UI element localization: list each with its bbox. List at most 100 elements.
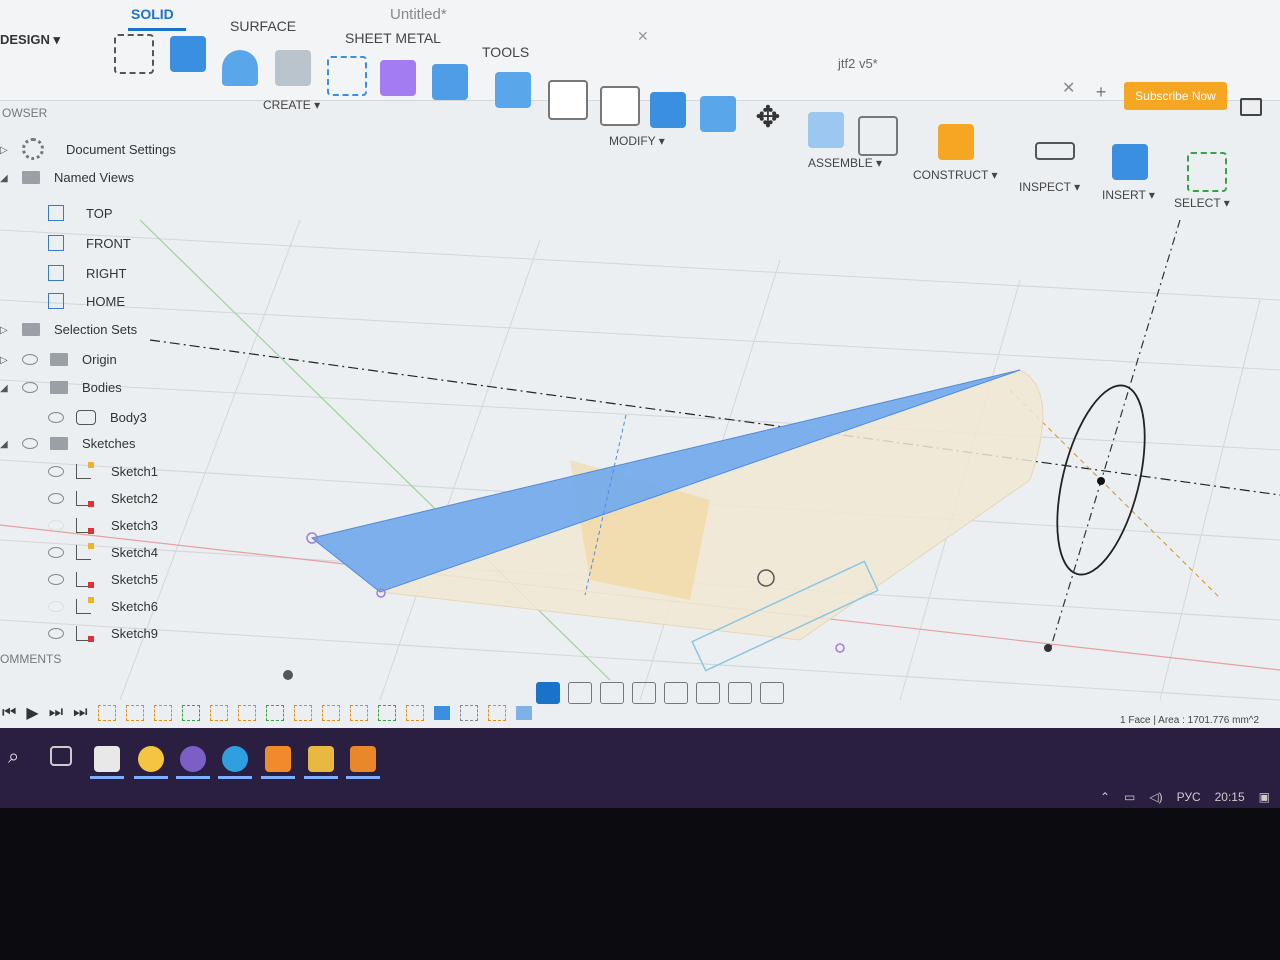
sketch-icon — [76, 490, 94, 507]
add-comment-button[interactable] — [283, 670, 293, 680]
browser-node-origin[interactable]: ▷ Origin — [0, 348, 117, 370]
sketch-icon — [76, 625, 94, 642]
visibility-eye-icon[interactable] — [48, 411, 64, 423]
timeline-sketch-icon[interactable] — [153, 705, 172, 721]
zoom-icon[interactable] — [632, 682, 656, 704]
gear-icon — [22, 138, 44, 160]
display-settings-icon[interactable] — [696, 682, 720, 704]
timeline-sketch-icon[interactable] — [321, 705, 340, 721]
sketch-item[interactable]: Sketch1 — [48, 460, 158, 482]
viewports-icon[interactable] — [760, 682, 784, 704]
app-icon[interactable] — [350, 746, 376, 772]
app-window: DESIGN ▾ SOLID SURFACE SHEET METAL TOOLS… — [0, 0, 1280, 790]
expand-arrow-icon[interactable]: ▷ — [0, 355, 8, 366]
sketch-item[interactable]: Sketch9 — [48, 622, 158, 644]
browser-node-bodies[interactable]: ◢ Bodies — [0, 376, 122, 398]
browser-node-document-settings[interactable]: ▷ Document Settings — [0, 138, 176, 160]
sketch-icon — [76, 571, 94, 588]
timeline-sketch-icon[interactable] — [97, 705, 116, 721]
timeline-sketch-icon[interactable] — [405, 705, 424, 721]
comments-panel-header[interactable]: OMMENTS — [0, 652, 61, 666]
step-back-icon[interactable]: ⏮ — [2, 704, 16, 722]
timeline-sketch-icon[interactable] — [349, 705, 368, 721]
sketch-label: Sketch1 — [111, 463, 158, 479]
timeline-plane-icon[interactable] — [265, 705, 284, 721]
view-front[interactable]: FRONT — [48, 232, 131, 254]
browser-node-named-views[interactable]: ◢ Named Views — [0, 166, 134, 188]
grid-settings-icon[interactable] — [728, 682, 752, 704]
visibility-eye-icon[interactable] — [48, 546, 64, 558]
timeline-sketch-icon[interactable] — [237, 705, 256, 721]
look-at-icon[interactable] — [568, 682, 592, 704]
timeline-marker-icon[interactable] — [515, 706, 532, 720]
visibility-eye-icon[interactable] — [48, 627, 64, 639]
browser-node-label: Body3 — [110, 409, 147, 425]
timeline-joint-icon[interactable] — [459, 705, 478, 721]
search-icon[interactable]: ⌕ — [8, 746, 34, 772]
volume-icon[interactable]: ◁) — [1149, 790, 1162, 804]
browser-node-body3[interactable]: Body3 — [48, 406, 147, 428]
clock[interactable]: 20:15 — [1215, 790, 1245, 804]
language-indicator[interactable]: РУС — [1177, 790, 1201, 804]
running-indicator — [218, 776, 252, 779]
visibility-eye-icon[interactable] — [48, 519, 64, 531]
calculator-icon[interactable] — [94, 746, 120, 772]
visibility-eye-icon[interactable] — [22, 437, 38, 449]
view-label: RIGHT — [86, 265, 127, 281]
play-icon[interactable]: ▶ — [26, 703, 38, 723]
visibility-eye-icon[interactable] — [48, 465, 64, 477]
visibility-eye-icon[interactable] — [48, 492, 64, 504]
telegram-icon[interactable] — [222, 746, 248, 772]
chevron-up-icon[interactable]: ⌃ — [1100, 790, 1110, 804]
pan-icon[interactable] — [600, 682, 624, 704]
collapse-arrow-icon[interactable]: ◢ — [0, 383, 8, 394]
sketch-label: Sketch4 — [111, 544, 158, 560]
view-right[interactable]: RIGHT — [48, 262, 126, 284]
running-indicator — [346, 776, 380, 779]
folder-icon — [50, 352, 68, 366]
expand-arrow-icon[interactable]: ▷ — [0, 325, 8, 336]
visibility-eye-icon[interactable] — [48, 600, 64, 612]
viber-icon[interactable] — [180, 746, 206, 772]
timeline-sketch-icon[interactable] — [487, 705, 506, 721]
timeline-plane-icon[interactable] — [377, 705, 396, 721]
timeline-sketch-icon[interactable] — [293, 705, 312, 721]
view-home[interactable]: HOME — [48, 290, 125, 312]
timeline-sketch-icon[interactable] — [125, 705, 144, 721]
visibility-eye-icon[interactable] — [48, 573, 64, 585]
notification-icon[interactable]: ▣ — [1259, 790, 1270, 804]
fusion-360-icon[interactable] — [265, 746, 291, 772]
browser-node-selection-sets[interactable]: ▷ Selection Sets — [0, 318, 137, 340]
sketch-item[interactable]: Sketch4 — [48, 541, 158, 563]
zoom-window-icon[interactable] — [664, 682, 688, 704]
chrome-icon[interactable] — [138, 746, 164, 772]
collapse-arrow-icon[interactable]: ◢ — [0, 173, 8, 184]
view-label: FRONT — [86, 235, 131, 251]
visibility-eye-icon[interactable] — [22, 381, 38, 393]
expand-arrow-icon[interactable]: ▷ — [0, 145, 8, 156]
sketch-label: Sketch6 — [111, 598, 158, 614]
running-indicator — [304, 776, 338, 779]
sketch-item[interactable]: Sketch5 — [48, 568, 158, 590]
collapse-arrow-icon[interactable]: ◢ — [0, 439, 8, 450]
file-explorer-icon[interactable] — [308, 746, 334, 772]
browser-header: OWSER — [2, 106, 48, 120]
visibility-eye-icon[interactable] — [22, 353, 38, 365]
timeline-sketch-icon[interactable] — [209, 705, 228, 721]
browser-node-sketches[interactable]: ◢ Sketches — [0, 432, 135, 454]
sketch-item[interactable]: Sketch6 — [48, 595, 158, 617]
sketch-label: Sketch9 — [111, 625, 158, 641]
sketch-item[interactable]: Sketch3 — [48, 514, 158, 536]
timeline-extrude-icon[interactable] — [433, 706, 450, 720]
browser-node-label: Bodies — [82, 379, 122, 395]
browser-node-label: Selection Sets — [54, 321, 138, 337]
step-forward-icon[interactable]: ⏭ — [49, 704, 63, 722]
view-top[interactable]: TOP — [48, 202, 113, 224]
sketch-item[interactable]: Sketch2 — [48, 487, 158, 509]
task-view-icon[interactable] — [50, 746, 72, 766]
folder-icon — [22, 322, 40, 336]
timeline-plane-icon[interactable] — [181, 705, 200, 721]
go-to-end-icon[interactable]: ⏭ — [73, 704, 87, 722]
battery-icon[interactable]: ▭ — [1124, 790, 1135, 804]
folder-icon — [50, 436, 68, 450]
